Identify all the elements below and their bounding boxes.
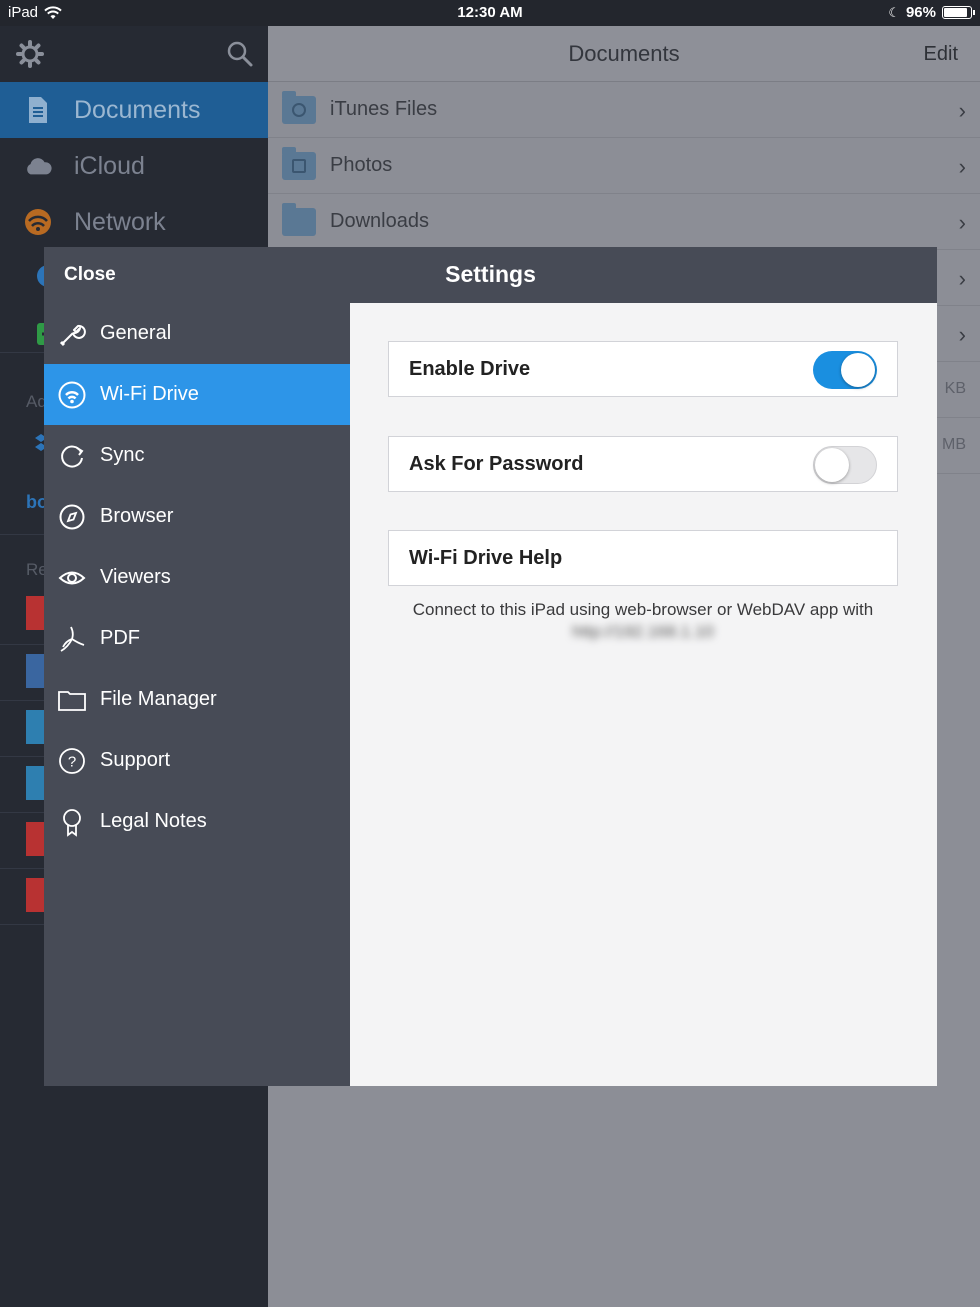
list-item[interactable]: Downloads › [268, 194, 980, 250]
settings-item-label: Support [100, 749, 171, 771]
battery-icon [942, 6, 975, 19]
settings-item-legal-notes[interactable]: Legal Notes [44, 791, 350, 852]
file-name: Photos [330, 154, 393, 176]
sidebar-item-label: Network [74, 207, 166, 236]
svg-text:?: ? [68, 753, 76, 770]
file-size: KB [944, 380, 966, 397]
chevron-right-icon: › [958, 322, 966, 347]
settings-item-browser[interactable]: Browser [44, 486, 350, 547]
settings-item-label: Wi-Fi Drive [100, 383, 199, 405]
sidebar-item-label: iCloud [74, 151, 145, 180]
file-size: MB [942, 436, 966, 453]
search-icon[interactable] [226, 40, 254, 68]
sidebar-item-label: Documents [74, 95, 201, 124]
settings-item-label: General [100, 322, 172, 344]
settings-item-label: Viewers [100, 566, 171, 588]
settings-item-pdf[interactable]: PDF [44, 608, 350, 669]
folder-icon [282, 202, 316, 236]
clock: 12:30 AM [457, 4, 523, 21]
cloud-icon [24, 156, 52, 176]
pdf-icon [58, 625, 86, 653]
settings-item-general[interactable]: General [44, 303, 350, 364]
settings-item-file-manager[interactable]: File Manager [44, 669, 350, 730]
wifi-drive-help-label: Wi-Fi Drive Help [409, 546, 563, 569]
ribbon-icon [58, 808, 86, 837]
eye-icon [58, 564, 86, 592]
folder-icon [282, 146, 316, 180]
list-item[interactable]: iTunes Files › [268, 82, 980, 138]
settings-item-label: Sync [100, 444, 145, 466]
sidebar-item-network[interactable]: Network [0, 194, 268, 250]
sync-icon [58, 442, 86, 470]
moon-icon: ☾ [888, 4, 900, 20]
settings-item-viewers[interactable]: Viewers [44, 547, 350, 608]
settings-modal: Close Settings General Wi-Fi Drive Sync [44, 247, 937, 1086]
pdf-icon [26, 878, 44, 912]
pdf-icon [26, 822, 44, 856]
status-bar: iPad 12:30 AM ☾ 96% [0, 0, 980, 26]
ask-password-label: Ask For Password [409, 452, 584, 475]
music-icon [26, 766, 44, 800]
battery-percent: 96% [905, 4, 936, 21]
compass-icon [58, 503, 86, 531]
enable-drive-label: Enable Drive [409, 357, 531, 380]
chevron-right-icon: › [958, 98, 966, 123]
document-icon [24, 96, 52, 124]
gear-icon[interactable] [16, 40, 44, 68]
connect-instructions: Connect to this iPad using web-browser o… [412, 600, 874, 619]
settings-item-support[interactable]: ? Support [44, 730, 350, 791]
page-title: Documents [568, 41, 680, 66]
settings-nav: General Wi-Fi Drive Sync Browser Viewers [44, 303, 350, 1086]
chevron-right-icon: › [958, 154, 966, 179]
ask-password-toggle[interactable] [813, 446, 877, 484]
wrench-icon [58, 320, 86, 348]
sidebar-item-documents[interactable]: Documents [0, 82, 268, 138]
wifi-icon [24, 208, 52, 236]
settings-item-wifi-drive[interactable]: Wi-Fi Drive [44, 364, 350, 425]
edit-button[interactable]: Edit [924, 43, 958, 66]
settings-item-label: Browser [100, 505, 174, 527]
settings-item-label: File Manager [100, 688, 217, 710]
settings-item-label: Legal Notes [100, 810, 207, 832]
modal-header: Close Settings [44, 247, 937, 303]
pdf-icon [26, 596, 44, 630]
settings-item-sync[interactable]: Sync [44, 425, 350, 486]
chevron-right-icon: › [958, 266, 966, 291]
settings-item-label: PDF [100, 627, 140, 649]
help-icon: ? [58, 747, 86, 775]
settings-detail: Enable Drive Ask For Password Wi-Fi Driv… [350, 303, 937, 1086]
folder-icon [58, 686, 86, 714]
wifi-icon [58, 381, 86, 409]
list-item[interactable]: Photos › [268, 138, 980, 194]
music-icon [26, 710, 44, 744]
folder-icon [282, 90, 316, 124]
chevron-right-icon: › [958, 210, 966, 235]
sidebar-item-icloud[interactable]: iCloud [0, 138, 268, 194]
enable-drive-toggle[interactable] [813, 351, 877, 389]
ask-password-row: Ask For Password [388, 436, 898, 492]
file-name: iTunes Files [330, 98, 438, 120]
modal-title: Settings [445, 261, 536, 287]
video-icon [26, 654, 44, 688]
wifi-drive-help-button[interactable]: Wi-Fi Drive Help [388, 530, 898, 586]
connect-address: http://192.168.1.10 [572, 622, 714, 641]
file-name: Downloads [330, 210, 429, 232]
enable-drive-row: Enable Drive [388, 341, 898, 397]
